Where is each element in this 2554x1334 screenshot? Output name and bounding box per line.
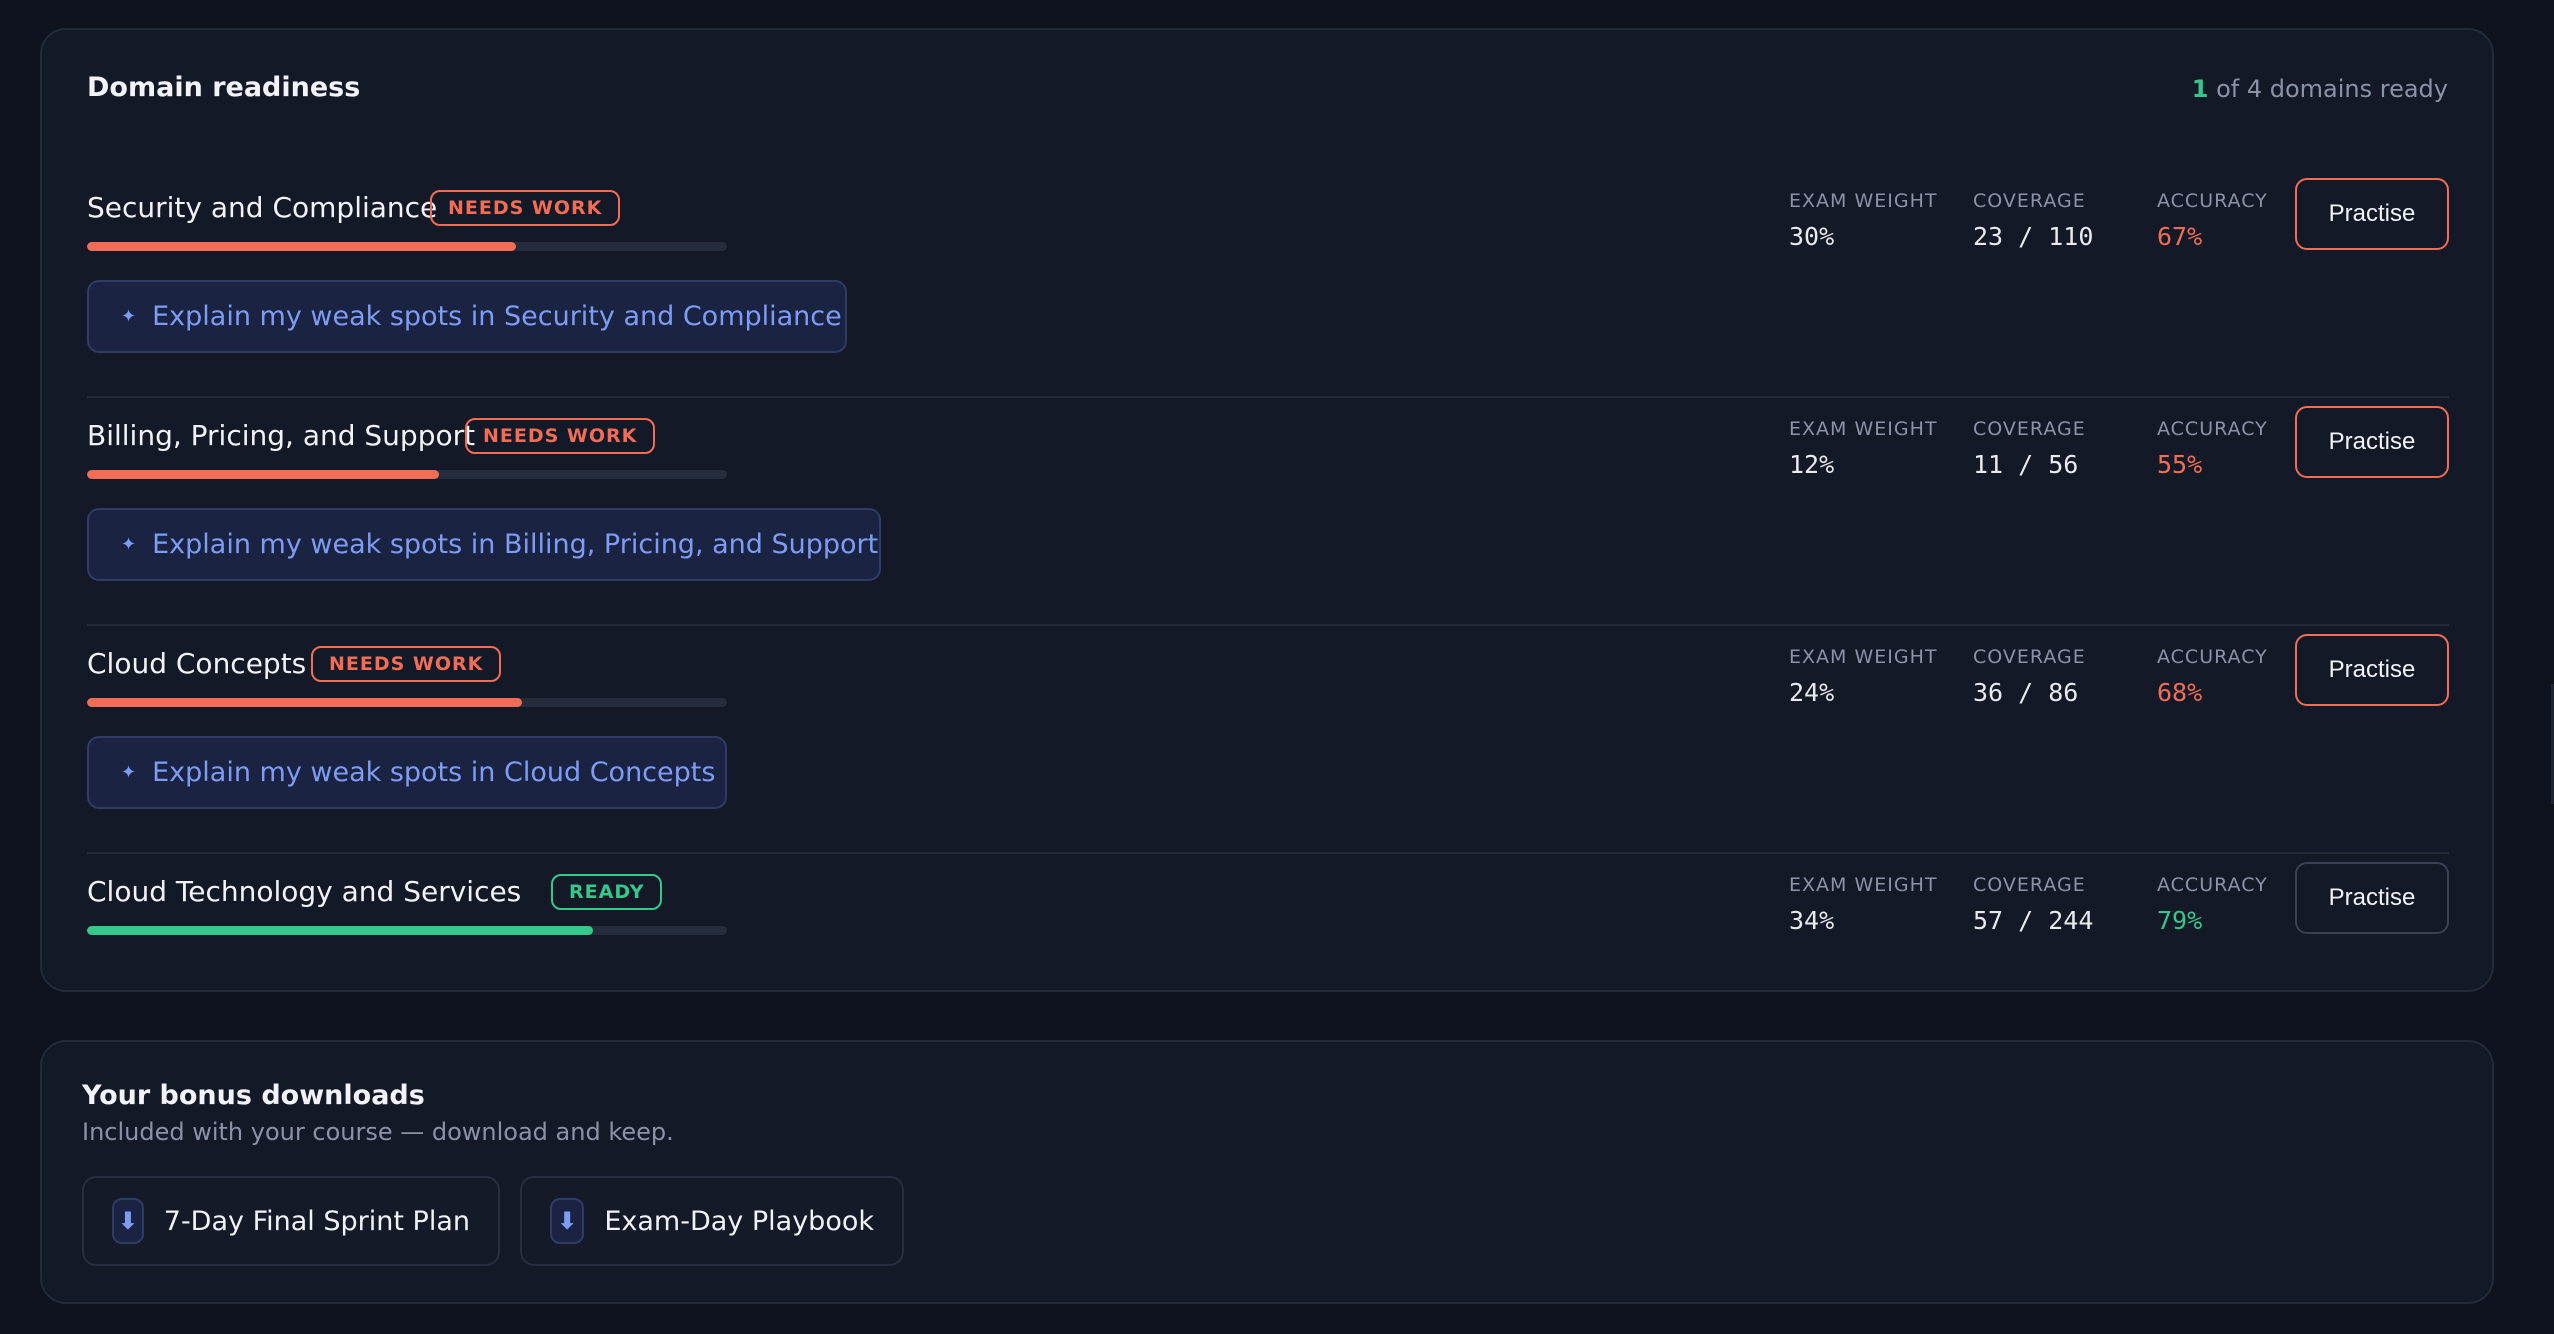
- practise-button[interactable]: Practise: [2295, 634, 2449, 706]
- downloads-title: Your bonus downloads: [82, 1080, 425, 1111]
- coverage-stat: COVERAGE 11 / 56: [1973, 418, 2086, 479]
- exam-weight-stat: EXAM WEIGHT 30%: [1789, 190, 1937, 251]
- progress-fill: [87, 926, 593, 935]
- exam-weight-stat: EXAM WEIGHT 12%: [1789, 418, 1937, 479]
- exam-weight-value: 34%: [1789, 906, 1835, 935]
- status-badge: NEEDS WORK: [311, 646, 502, 682]
- status-badge: READY: [551, 874, 663, 910]
- progress-fill: [87, 698, 523, 707]
- status-badge: NEEDS WORK: [465, 418, 656, 454]
- domain-name: Cloud Concepts: [87, 647, 307, 680]
- exam-weight-value: 24%: [1789, 678, 1835, 707]
- exam-weight-label: EXAM WEIGHT: [1789, 646, 1938, 668]
- exam-weight-value: 30%: [1789, 222, 1835, 251]
- accuracy-stat: ACCURACY 68%: [2157, 646, 2268, 707]
- domain-name: Security and Compliance: [87, 191, 438, 224]
- status-badge: NEEDS WORK: [430, 190, 621, 226]
- accuracy-value: 55%: [2157, 450, 2203, 479]
- exam-weight-value: 12%: [1789, 450, 1835, 479]
- practise-button[interactable]: Practise: [2295, 406, 2449, 478]
- practise-button[interactable]: Practise: [2295, 862, 2449, 934]
- domain-row-billing: Billing, Pricing, and Support NEEDS WORK…: [87, 406, 2449, 626]
- explain-label: Explain my weak spots in Security and Co…: [152, 301, 842, 332]
- progress-bar: [87, 926, 727, 935]
- accuracy-label: ACCURACY: [2157, 418, 2268, 440]
- exam-weight-label: EXAM WEIGHT: [1789, 418, 1938, 440]
- coverage-value: 11 / 56: [1973, 450, 2079, 479]
- download-label: Exam-Day Playbook: [604, 1205, 874, 1237]
- accuracy-value: 79%: [2157, 906, 2203, 935]
- download-sprint-plan-button[interactable]: ⬇ 7-Day Final Sprint Plan: [82, 1176, 500, 1266]
- sparkle-icon: ✦: [121, 306, 137, 327]
- coverage-stat: COVERAGE 36 / 86: [1973, 646, 2086, 707]
- download-playbook-button[interactable]: ⬇ Exam-Day Playbook: [520, 1176, 904, 1266]
- domain-name: Cloud Technology and Services: [87, 875, 522, 908]
- explain-label: Explain my weak spots in Billing, Pricin…: [152, 529, 879, 560]
- download-icon: ⬇: [550, 1198, 585, 1244]
- explain-weak-spots-button[interactable]: ✦ Explain my weak spots in Security and C…: [87, 280, 847, 353]
- explain-label: Explain my weak spots in Cloud Concepts: [152, 757, 716, 788]
- domain-row-cloud-technology: Cloud Technology and Services READY EXAM…: [87, 862, 2449, 954]
- accuracy-label: ACCURACY: [2157, 646, 2268, 668]
- accuracy-value: 68%: [2157, 678, 2203, 707]
- practise-button[interactable]: Practise: [2295, 178, 2449, 250]
- sparkle-icon: ✦: [121, 762, 137, 783]
- accuracy-stat: ACCURACY 67%: [2157, 190, 2268, 251]
- coverage-label: COVERAGE: [1973, 418, 2086, 440]
- coverage-label: COVERAGE: [1973, 874, 2086, 896]
- accuracy-label: ACCURACY: [2157, 190, 2268, 212]
- progress-bar: [87, 242, 727, 251]
- coverage-stat: COVERAGE 23 / 110: [1973, 190, 2093, 251]
- coverage-value: 36 / 86: [1973, 678, 2079, 707]
- coverage-value: 23 / 110: [1973, 222, 2094, 251]
- downloads-subtitle: Included with your course — download and…: [82, 1118, 674, 1146]
- accuracy-stat: ACCURACY 55%: [2157, 418, 2268, 479]
- accuracy-stat: ACCURACY 79%: [2157, 874, 2268, 935]
- bonus-downloads-card: Your bonus downloads Included with your …: [40, 1040, 2494, 1304]
- coverage-stat: COVERAGE 57 / 244: [1973, 874, 2093, 935]
- progress-fill: [87, 242, 516, 251]
- progress-bar: [87, 698, 727, 707]
- explain-weak-spots-button[interactable]: ✦ Explain my weak spots in Billing, Prici…: [87, 508, 881, 581]
- progress-fill: [87, 470, 439, 479]
- exam-weight-stat: EXAM WEIGHT 24%: [1789, 646, 1937, 707]
- coverage-label: COVERAGE: [1973, 190, 2086, 212]
- accuracy-label: ACCURACY: [2157, 874, 2268, 896]
- ready-summary: 1 of 4 domains ready: [2192, 75, 2448, 103]
- domain-row-security: Security and Compliance NEEDS WORK ✦ Expl…: [87, 178, 2449, 398]
- sparkle-icon: ✦: [121, 534, 137, 555]
- ready-summary-text: of 4 domains ready: [2208, 75, 2448, 103]
- domain-readiness-card: Domain readiness 1 of 4 domains ready Se…: [40, 28, 2494, 992]
- exam-weight-stat: EXAM WEIGHT 34%: [1789, 874, 1937, 935]
- download-label: 7-Day Final Sprint Plan: [163, 1205, 470, 1237]
- progress-bar: [87, 470, 727, 479]
- domain-row-cloud-concepts: Cloud Concepts NEEDS WORK ✦ Explain my we…: [87, 634, 2449, 854]
- exam-weight-label: EXAM WEIGHT: [1789, 874, 1938, 896]
- explain-weak-spots-button[interactable]: ✦ Explain my weak spots in Cloud Concepts: [87, 736, 727, 809]
- download-icon: ⬇: [112, 1198, 144, 1244]
- coverage-value: 57 / 244: [1973, 906, 2094, 935]
- domain-readiness-title: Domain readiness: [87, 72, 361, 103]
- domain-name: Billing, Pricing, and Support: [87, 419, 476, 452]
- accuracy-value: 67%: [2157, 222, 2203, 251]
- exam-weight-label: EXAM WEIGHT: [1789, 190, 1938, 212]
- ready-count: 1: [2191, 75, 2209, 103]
- coverage-label: COVERAGE: [1973, 646, 2086, 668]
